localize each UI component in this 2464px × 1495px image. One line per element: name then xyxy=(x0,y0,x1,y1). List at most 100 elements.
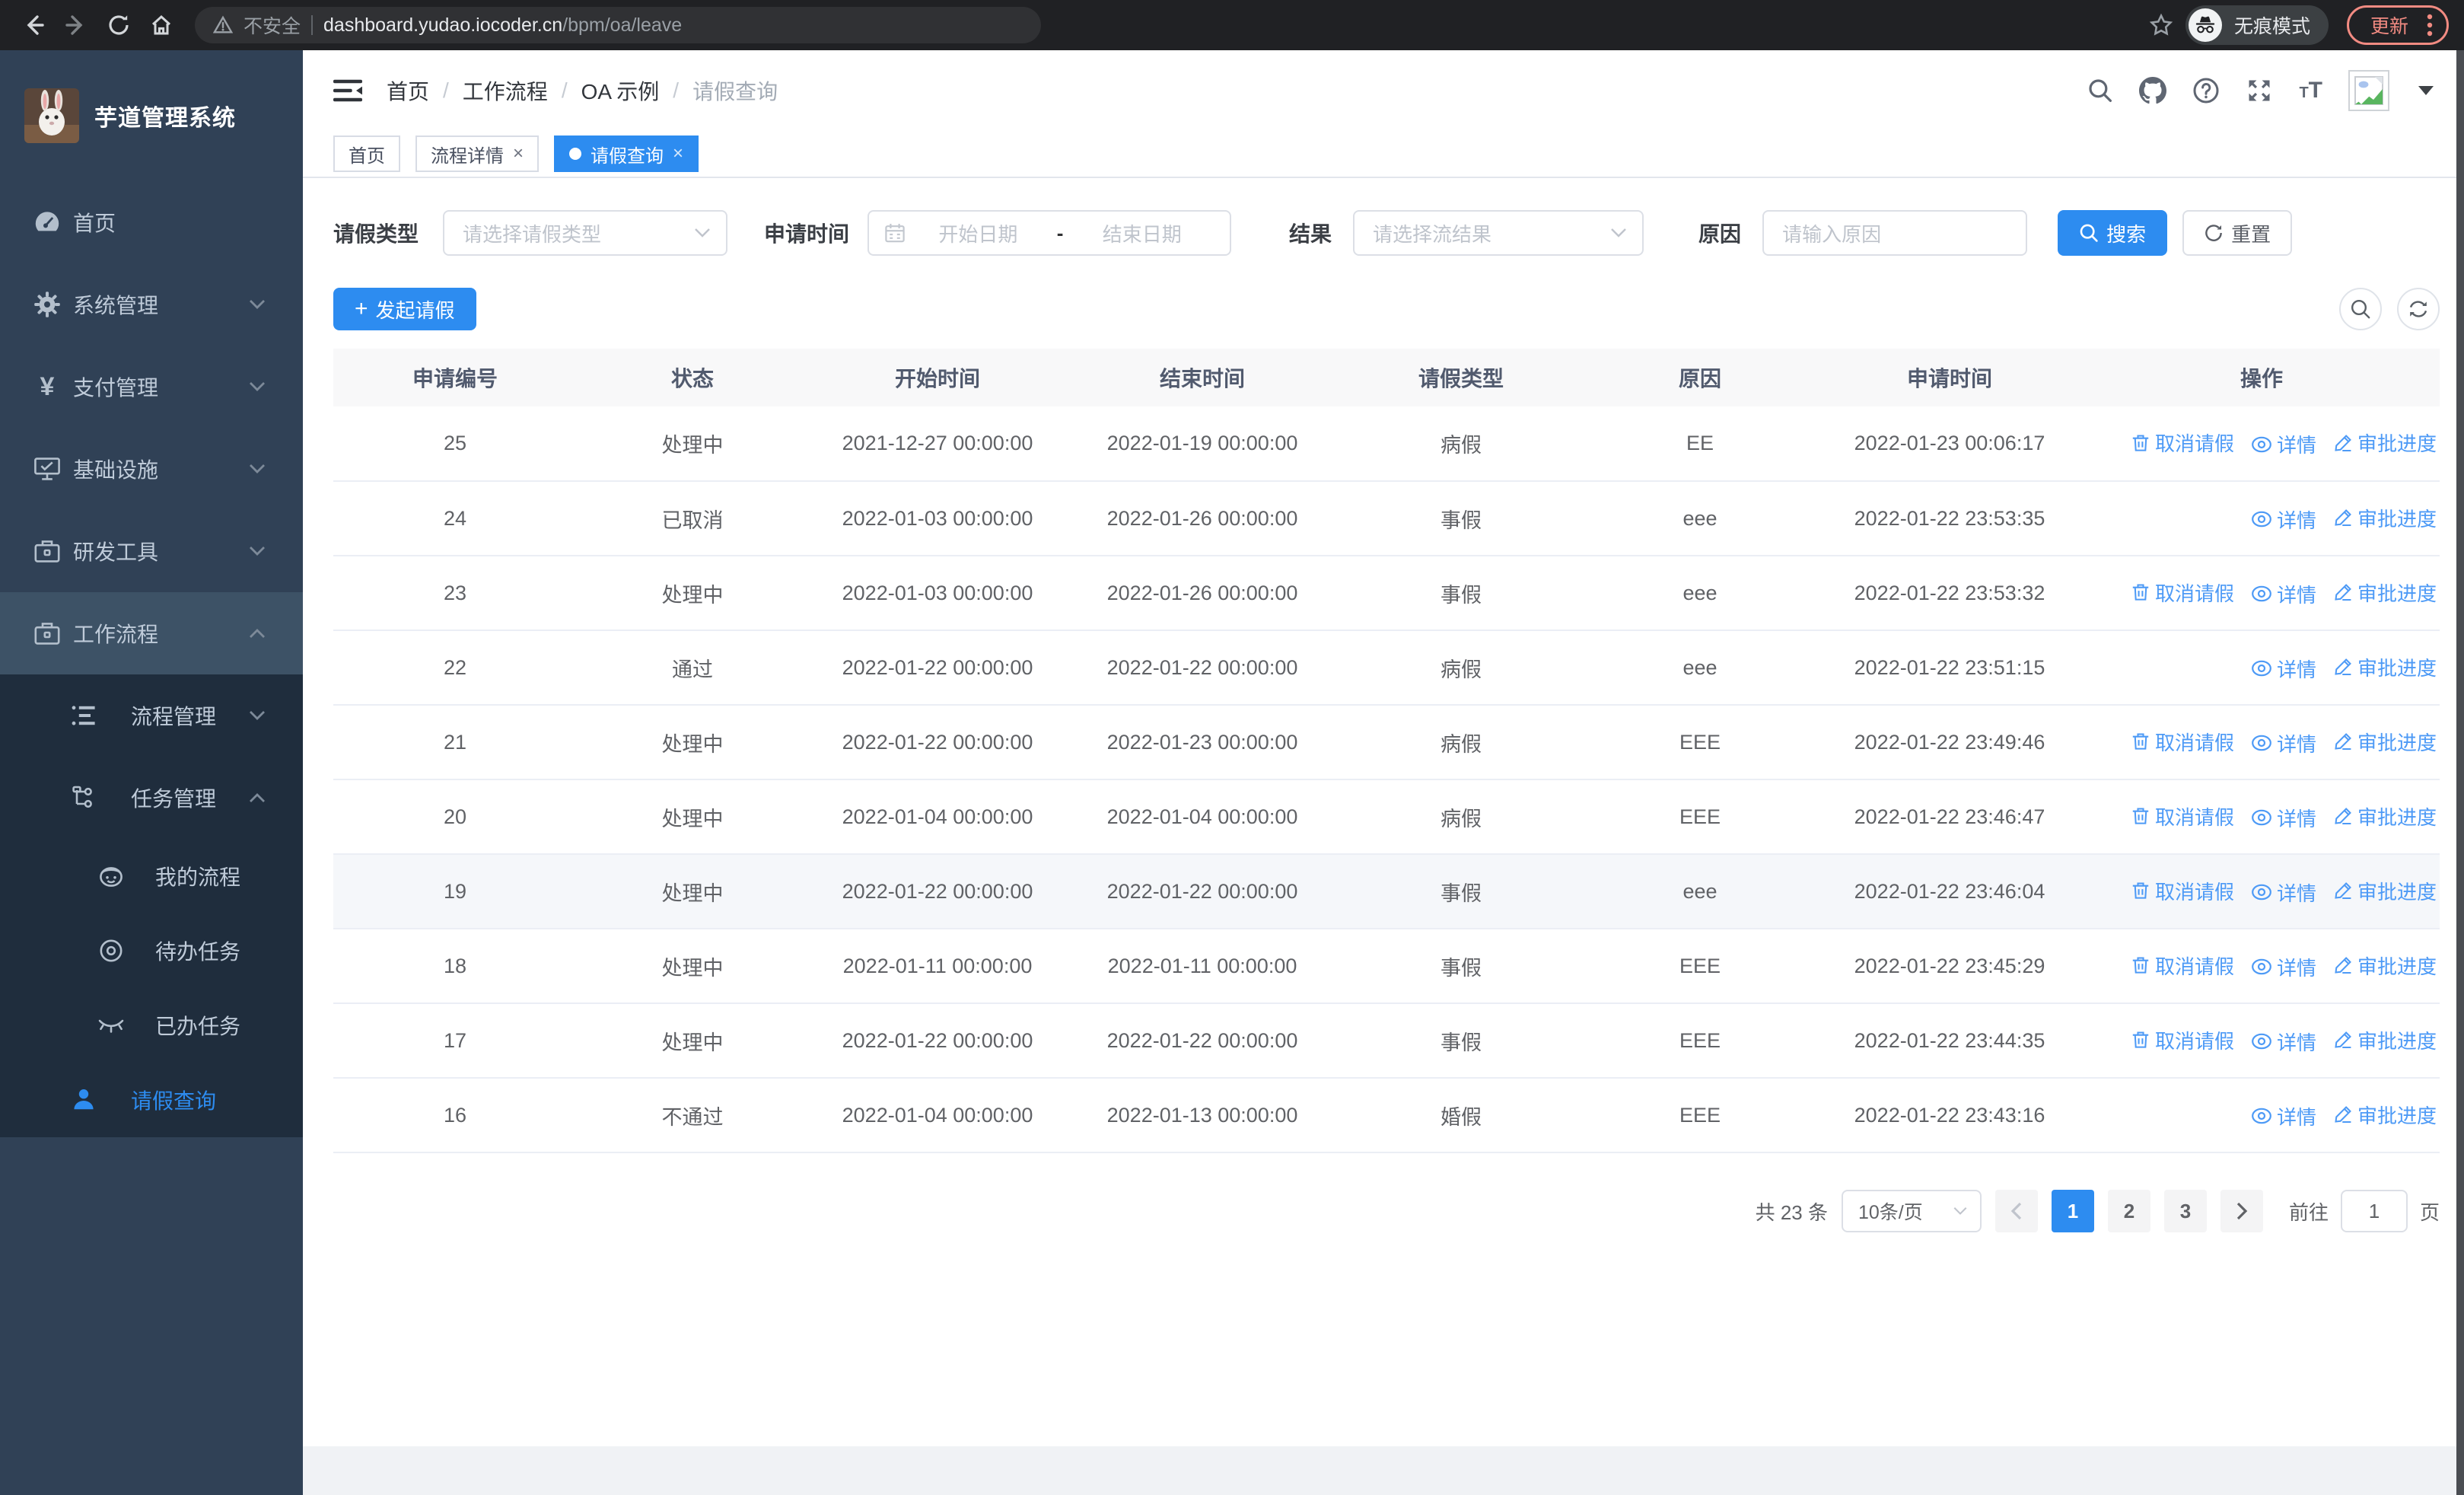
table-refresh-icon[interactable] xyxy=(2397,288,2440,330)
close-tab-icon[interactable]: × xyxy=(513,145,524,163)
action-label: 取消请假 xyxy=(2154,880,2234,904)
action-view-detail[interactable]: 详情 xyxy=(2251,430,2316,458)
action-approval-progress[interactable]: 审批进度 xyxy=(2333,653,2437,681)
chevron-down-icon xyxy=(694,228,711,238)
action-view-detail[interactable]: 详情 xyxy=(2251,878,2316,907)
sidebar-item-payment[interactable]: ¥ 支付管理 xyxy=(0,346,303,428)
page-button-1[interactable]: 1 xyxy=(2051,1190,2094,1232)
help-icon[interactable] xyxy=(2192,77,2220,104)
action-approval-progress[interactable]: 审批进度 xyxy=(2333,952,2437,980)
cell-status: 处理中 xyxy=(577,929,808,1004)
next-page-button[interactable] xyxy=(2220,1190,2263,1232)
action-cancel-leave[interactable]: 取消请假 xyxy=(2131,1026,2234,1054)
cell-start-time: 2022-01-04 00:00:00 xyxy=(808,779,1067,855)
result-select[interactable]: 请选择流结果 xyxy=(1353,210,1644,256)
sidebar-item-devtools[interactable]: 研发工具 xyxy=(0,510,303,592)
browser-back-icon[interactable] xyxy=(15,7,52,43)
action-view-detail[interactable]: 详情 xyxy=(2251,1028,2316,1056)
result-label: 结果 xyxy=(1289,222,1332,246)
close-tab-icon[interactable]: × xyxy=(673,145,683,163)
sidebar-item-my-process[interactable]: 我的流程 xyxy=(0,839,303,913)
action-approval-progress[interactable]: 审批进度 xyxy=(2333,1026,2437,1054)
breadcrumb-item[interactable]: 工作流程 xyxy=(463,75,548,106)
sidebar-item-task-mgmt[interactable]: 任务管理 xyxy=(0,757,303,839)
action-view-detail[interactable]: 详情 xyxy=(2251,505,2316,534)
sidebar-item-label: 请假查询 xyxy=(131,1089,217,1113)
goto-page-input[interactable]: 1 xyxy=(2340,1190,2408,1232)
table-header-row: 申请编号 状态 开始时间 结束时间 请假类型 原因 申请时间 操作 xyxy=(333,349,2440,406)
incognito-badge[interactable]: 无痕模式 xyxy=(2185,5,2329,45)
cell-apply-time: 2022-01-22 23:49:46 xyxy=(1816,705,2084,780)
leave-type-select[interactable]: 请选择请假类型 xyxy=(443,210,728,256)
action-view-detail[interactable]: 详情 xyxy=(2251,655,2316,683)
browser-home-icon[interactable] xyxy=(143,7,180,43)
sidebar-item-home[interactable]: 首页 xyxy=(0,181,303,263)
action-approval-progress[interactable]: 审批进度 xyxy=(2333,728,2437,756)
font-size-icon[interactable]: TT xyxy=(2299,79,2322,102)
action-approval-progress[interactable]: 审批进度 xyxy=(2333,802,2437,830)
github-icon[interactable] xyxy=(2139,77,2167,104)
action-view-detail[interactable]: 详情 xyxy=(2251,580,2316,608)
cell-start-time: 2021-12-27 00:00:00 xyxy=(808,406,1067,482)
action-view-detail[interactable]: 详情 xyxy=(2251,1102,2316,1130)
search-icon[interactable] xyxy=(2087,78,2113,104)
create-leave-button[interactable]: + 发起请假 xyxy=(333,288,476,330)
goto-suffix: 页 xyxy=(2419,1200,2440,1224)
browser-reload-icon[interactable] xyxy=(100,7,137,43)
avatar-chevron-down-icon[interactable] xyxy=(2418,86,2434,95)
fullscreen-icon[interactable] xyxy=(2246,77,2273,104)
cell-id: 19 xyxy=(333,854,577,929)
cell-apply-time: 2022-01-22 23:51:15 xyxy=(1816,630,2084,706)
action-approval-progress[interactable]: 审批进度 xyxy=(2333,877,2437,905)
search-button[interactable]: 搜索 xyxy=(2058,210,2168,256)
action-view-detail[interactable]: 详情 xyxy=(2251,953,2316,981)
apply-time-range-input[interactable]: 开始日期 - 结束日期 xyxy=(867,210,1232,256)
action-approval-progress[interactable]: 审批进度 xyxy=(2333,579,2437,607)
sidebar-item-infra[interactable]: 基础设施 xyxy=(0,428,303,510)
action-approval-progress[interactable]: 审批进度 xyxy=(2333,1101,2437,1129)
sidebar-item-label: 我的流程 xyxy=(155,865,241,889)
action-approval-progress[interactable]: 审批进度 xyxy=(2333,504,2437,532)
bookmark-star-icon[interactable] xyxy=(2143,7,2179,43)
sidebar-item-system[interactable]: 系统管理 xyxy=(0,263,303,346)
page-button-3[interactable]: 3 xyxy=(2163,1190,2207,1232)
tab-label: 请假查询 xyxy=(591,145,664,167)
prev-page-button[interactable] xyxy=(1994,1190,2038,1232)
reset-button[interactable]: 重置 xyxy=(2182,210,2293,256)
page-button-2[interactable]: 2 xyxy=(2107,1190,2150,1232)
sidebar-item-leave-query[interactable]: 请假查询 xyxy=(0,1063,303,1137)
action-view-detail[interactable]: 详情 xyxy=(2251,804,2316,832)
browser-menu-dots-icon[interactable] xyxy=(2427,13,2433,37)
calendar-icon xyxy=(884,222,906,244)
table-search-icon[interactable] xyxy=(2339,288,2382,330)
breadcrumb-item[interactable]: 首页 xyxy=(387,75,429,106)
chevron-up-icon xyxy=(248,627,266,639)
sidebar-item-process-mgmt[interactable]: 流程管理 xyxy=(0,674,303,757)
cell-end-time: 2022-01-22 00:00:00 xyxy=(1067,854,1338,929)
browser-forward-icon[interactable] xyxy=(58,7,94,43)
user-avatar[interactable] xyxy=(2348,70,2389,111)
page-size-select[interactable]: 10条/页 xyxy=(1841,1190,1982,1232)
address-bar[interactable]: 不安全 dashboard.yudao.iocoder.cn/bpm/oa/le… xyxy=(195,7,1041,43)
action-label: 详情 xyxy=(2276,1105,2316,1129)
sidebar-item-done-tasks[interactable]: 已办任务 xyxy=(0,988,303,1063)
action-cancel-leave[interactable]: 取消请假 xyxy=(2131,579,2234,607)
collapse-sidebar-icon[interactable] xyxy=(333,78,362,103)
tab-process-detail[interactable]: 流程详情 × xyxy=(415,135,540,172)
action-cancel-leave[interactable]: 取消请假 xyxy=(2131,877,2234,905)
page-scrollbar[interactable] xyxy=(2456,50,2464,1495)
tab-leave-query[interactable]: 请假查询 × xyxy=(554,135,699,172)
cell-reason: EEE xyxy=(1584,929,1816,1004)
tab-home[interactable]: 首页 xyxy=(333,135,400,172)
browser-update-button[interactable]: 更新 xyxy=(2346,5,2449,45)
action-view-detail[interactable]: 详情 xyxy=(2251,729,2316,757)
sidebar-item-workflow[interactable]: 工作流程 xyxy=(0,592,303,674)
action-cancel-leave[interactable]: 取消请假 xyxy=(2131,728,2234,756)
reason-input[interactable]: 请输入原因 xyxy=(1762,210,2028,256)
action-cancel-leave[interactable]: 取消请假 xyxy=(2131,952,2234,980)
action-cancel-leave[interactable]: 取消请假 xyxy=(2131,429,2234,457)
action-cancel-leave[interactable]: 取消请假 xyxy=(2131,802,2234,830)
action-approval-progress[interactable]: 审批进度 xyxy=(2333,429,2437,457)
sidebar-item-todo-tasks[interactable]: 待办任务 xyxy=(0,913,303,988)
breadcrumb-item[interactable]: OA 示例 xyxy=(581,75,660,106)
